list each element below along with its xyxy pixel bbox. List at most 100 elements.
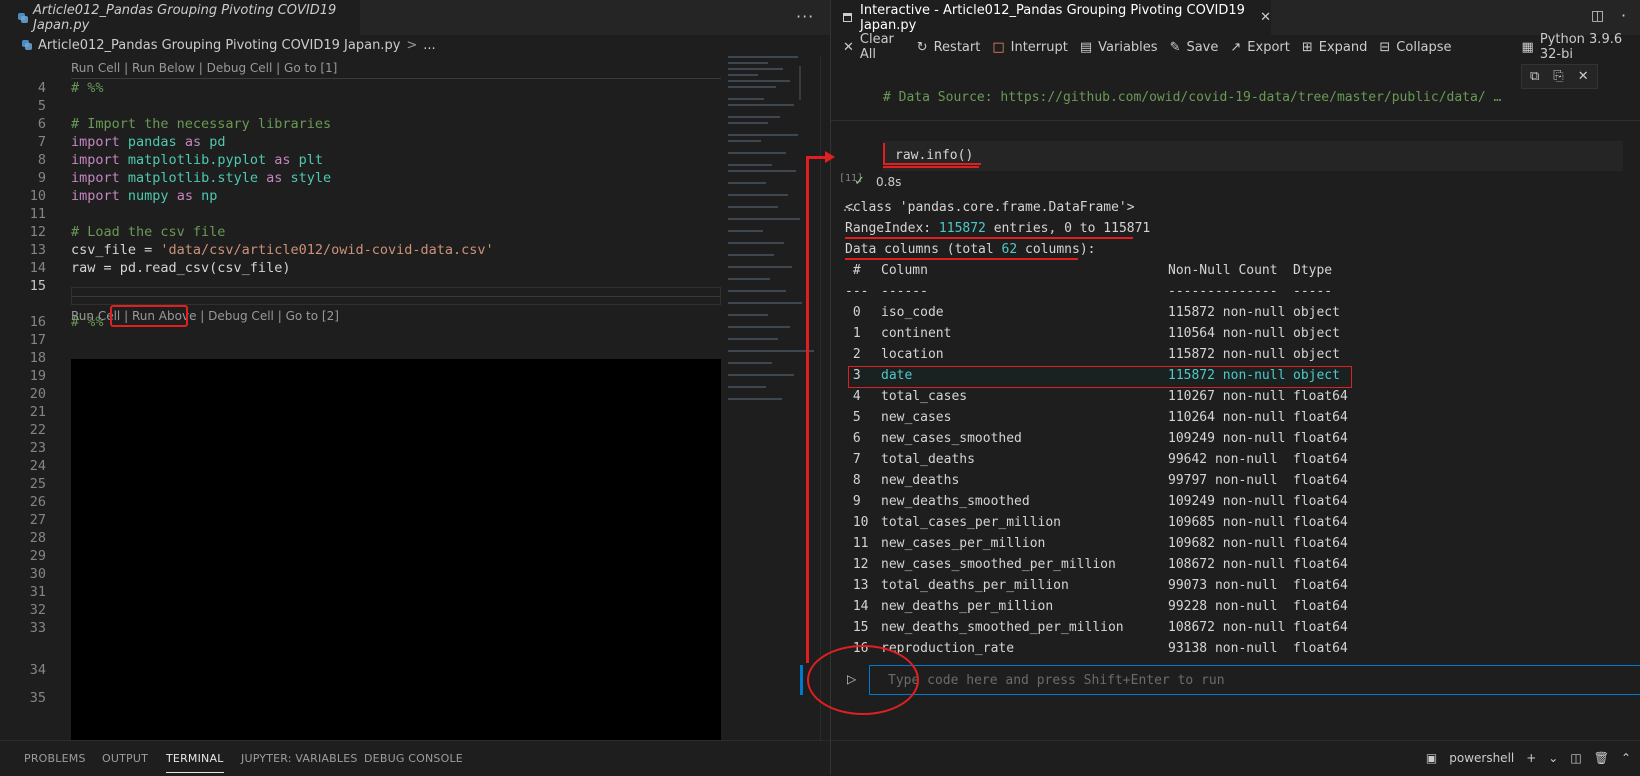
split-editor-icon[interactable]: ◫ <box>1591 8 1604 24</box>
interrupt-button[interactable]: □ Interrupt <box>992 40 1068 55</box>
code-line-9[interactable]: import matplotlib.style as style <box>71 169 331 187</box>
variables-button[interactable]: ▤ Variables <box>1080 40 1158 55</box>
table-cell-index: 10 <box>845 515 869 530</box>
run-below-link[interactable]: Run Below <box>132 61 195 75</box>
chevron-up-icon[interactable]: ⌃ <box>1621 751 1631 765</box>
terminal-name[interactable]: powershell <box>1449 751 1514 765</box>
line-number: 20 <box>29 386 46 402</box>
input-accent-bar <box>800 665 803 695</box>
table-cell-count: 109249 non-null <box>1168 494 1286 509</box>
editor-tab[interactable]: Article012_Pandas Grouping Pivoting COVI… <box>0 0 360 35</box>
interactive-tab-bar: Interactive - Article012_Pandas Grouping… <box>831 0 1640 35</box>
table-cell-index: 3 <box>845 368 861 383</box>
tab-jupyter-variables[interactable]: JUPYTER: VARIABLES <box>241 752 358 765</box>
debug-cell-link[interactable]: Debug Cell <box>208 309 274 323</box>
tab-problems[interactable]: PROBLEMS <box>24 752 86 765</box>
ellipsis-icon[interactable]: ··· <box>796 7 814 26</box>
terminal-toolbar: ▣ powershell + ⌄ ◫ 🗑 ⌃ <box>831 740 1640 775</box>
close-icon[interactable]: ✕ <box>1260 10 1271 25</box>
goto-code-icon[interactable]: ⎘ <box>1553 69 1563 84</box>
table-cell-column: new_deaths_smoothed_per_million <box>881 620 1124 635</box>
table-cell-index: 4 <box>845 389 861 404</box>
code-line-4[interactable]: # %% <box>71 79 104 97</box>
stop-icon: □ <box>992 39 1005 55</box>
table-cell-index: 8 <box>845 473 861 488</box>
table-cell-column: new_cases_smoothed <box>881 431 1022 446</box>
table-cell-index: 9 <box>845 494 861 509</box>
code-input[interactable]: Type code here and press Shift+Enter to … <box>869 665 1640 695</box>
copy-icon[interactable]: ⧉ <box>1530 69 1539 84</box>
clear-icon: ✕ <box>843 39 854 55</box>
code-line-13[interactable]: csv_file = 'data/csv/article012/owid-cov… <box>71 241 494 259</box>
code-line-7[interactable]: import pandas as pd <box>71 133 226 151</box>
run-cell-link[interactable]: Run Cell <box>71 61 120 75</box>
line-number: 5 <box>37 98 46 114</box>
table-cell-count: 93138 non-null <box>1168 641 1278 656</box>
code-line-14[interactable]: raw = pd.read_csv(csv_file) <box>71 259 290 277</box>
cell-divider <box>831 120 1640 121</box>
delete-cell-icon[interactable]: ✕ <box>1578 69 1589 84</box>
expand-button[interactable]: ⊞ Expand <box>1302 40 1368 55</box>
line-number: 21 <box>29 404 46 420</box>
table-cell-dtype: float64 <box>1293 452 1348 467</box>
debug-cell-link[interactable]: Debug Cell <box>207 61 273 75</box>
kernel-picker[interactable]: ▦ Python 3.9.6 32-bi <box>1522 32 1640 62</box>
restart-button[interactable]: ↻ Restart <box>917 40 981 55</box>
line-number: 24 <box>29 458 46 474</box>
line-number: 25 <box>29 476 46 492</box>
table-sep: -------------- <box>1168 284 1278 299</box>
table-cell-count: 99642 non-null <box>1168 452 1278 467</box>
table-cell-column: new_deaths_smoothed <box>881 494 1030 509</box>
line-number: 14 <box>29 260 46 276</box>
goto-link[interactable]: Go to [1] <box>284 61 337 75</box>
variables-icon: ▤ <box>1079 39 1093 55</box>
collapse-button[interactable]: ⊟ Collapse <box>1379 40 1451 55</box>
line-number: 16 <box>29 314 46 330</box>
table-cell-column: new_cases <box>881 410 952 425</box>
goto-link[interactable]: Go to [2] <box>286 309 339 323</box>
table-cell-dtype: float64 <box>1293 389 1348 404</box>
export-icon: ↗ <box>1230 39 1242 55</box>
line-number: 26 <box>29 494 46 510</box>
clear-all-button[interactable]: ✕ Clear All <box>843 32 905 62</box>
python-file-icon <box>18 12 28 23</box>
annotation-underline <box>845 237 1133 239</box>
line-number: 27 <box>29 512 46 528</box>
interactive-tab[interactable]: Interactive - Article012_Pandas Grouping… <box>831 0 1271 35</box>
export-button[interactable]: ↗ Export <box>1230 40 1289 55</box>
trash-icon[interactable]: 🗑 <box>1594 751 1609 765</box>
table-cell-column: new_cases_smoothed_per_million <box>881 557 1116 572</box>
code-line-12[interactable]: # Load the csv file <box>71 223 225 241</box>
table-header-cnt: Non-Null Count <box>1168 263 1278 278</box>
save-button[interactable]: ✎ Save <box>1170 40 1219 55</box>
interactive-toolbar: ✕ Clear All ↻ Restart □ Interrupt ▤ Variable… <box>831 32 1640 62</box>
table-header-idx: # <box>845 263 861 278</box>
breadcrumb-file[interactable]: Article012_Pandas Grouping Pivoting COVI… <box>38 38 400 53</box>
ellipsis-icon[interactable]: · <box>1621 6 1627 25</box>
table-cell-dtype: object <box>1293 326 1340 341</box>
interactive-input-bar: ▷ Type code here and press Shift+Enter t… <box>800 665 1640 695</box>
table-cell-count: 115872 non-null <box>1168 368 1286 383</box>
table-cell-count: 99228 non-null <box>1168 599 1278 614</box>
split-terminal-icon[interactable]: ◫ <box>1570 751 1581 765</box>
add-terminal-icon[interactable]: + <box>1526 751 1536 765</box>
code-line-6[interactable]: # Import the necessary libraries <box>71 115 331 133</box>
breadcrumb-more[interactable]: ... <box>423 38 435 53</box>
output-class-line: <class 'pandas.core.frame.DataFrame'> <box>845 200 1135 215</box>
table-cell-column: new_deaths_per_million <box>881 599 1054 614</box>
line-number: 29 <box>29 548 46 564</box>
code-line-8[interactable]: import matplotlib.pyplot as plt <box>71 151 323 169</box>
input-cell[interactable]: raw.info() <box>883 141 1623 171</box>
code-input-placeholder: Type code here and press Shift+Enter to … <box>888 673 1225 688</box>
tab-debug-console[interactable]: DEBUG CONSOLE <box>364 752 463 765</box>
code-line-10[interactable]: import numpy as np <box>71 187 217 205</box>
chevron-down-icon[interactable]: ⌄ <box>1548 751 1558 765</box>
table-cell-dtype: float64 <box>1293 599 1348 614</box>
tab-output[interactable]: OUTPUT <box>102 752 148 765</box>
blank-output-area <box>71 359 721 740</box>
output-data-columns: Data columns (total 62 columns): <box>845 242 1096 257</box>
annotation-ellipse <box>807 645 919 715</box>
line-number: 6 <box>37 116 46 132</box>
tab-terminal[interactable]: TERMINAL <box>166 752 224 773</box>
table-header-col: Column <box>881 263 928 278</box>
